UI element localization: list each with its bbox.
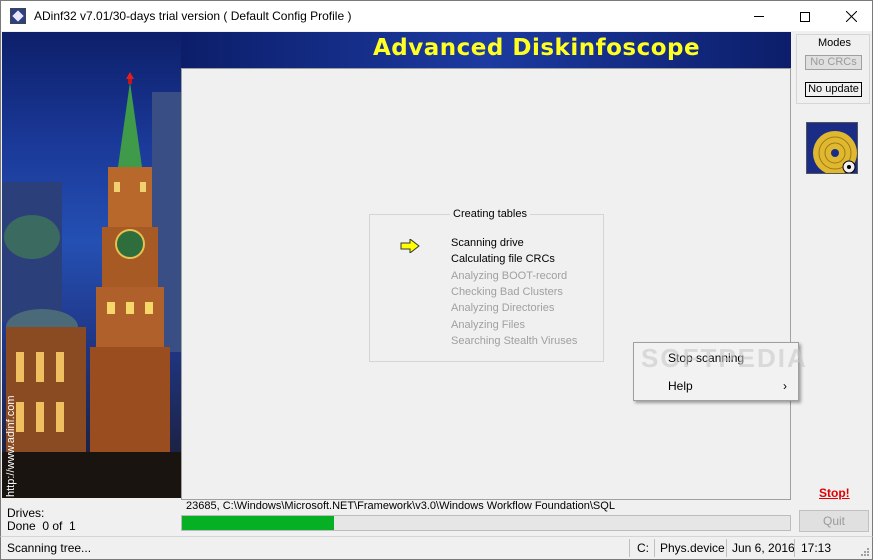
- status-separator: [726, 539, 727, 557]
- status-device: Phys.device: [660, 541, 725, 555]
- modes-title: Modes: [818, 37, 852, 49]
- stop-link[interactable]: Stop!: [819, 486, 850, 500]
- current-step-arrow-icon: [400, 239, 420, 253]
- drives-done-count: Done 0 of 1: [7, 519, 76, 533]
- scan-progress-bar: [181, 515, 791, 531]
- status-separator: [629, 539, 630, 557]
- scan-step-label: Analyzing Directories: [451, 302, 555, 315]
- banner-title: Advanced Diskinfoscope: [373, 35, 701, 61]
- scan-step-label: Calculating file CRCs: [451, 253, 555, 266]
- banner: Advanced Diskinfoscope: [181, 32, 791, 68]
- status-message: Scanning tree...: [7, 541, 92, 555]
- quit-button[interactable]: Quit: [799, 510, 869, 532]
- drives-label: Drives:: [7, 506, 45, 520]
- modes-group: Modes No CRCs No update: [796, 34, 870, 104]
- status-bar: Scanning tree... C: Phys.device Jun 6, 2…: [0, 536, 873, 560]
- status-separator: [654, 539, 655, 557]
- minimize-button[interactable]: [736, 1, 782, 32]
- app-icon[interactable]: [10, 8, 26, 24]
- no-update-button[interactable]: No update: [805, 82, 862, 97]
- maximize-icon: [800, 11, 810, 22]
- menu-item-stop-scanning[interactable]: Stop scanning: [635, 345, 797, 371]
- status-drive: C:: [637, 541, 649, 555]
- window-title: ADinf32 v7.01/30-days trial version ( De…: [34, 9, 352, 23]
- menu-item-help[interactable]: Help ›: [635, 373, 797, 399]
- group-title: Creating tables: [450, 208, 530, 220]
- menu-item-label: Stop scanning: [668, 351, 745, 365]
- status-separator: [794, 539, 795, 557]
- right-panel: Modes No CRCs No update Stop! Quit: [795, 32, 872, 534]
- status-date: Jun 6, 2016: [732, 541, 795, 555]
- scan-step-label: Analyzing Files: [451, 318, 525, 331]
- creating-tables-group: Creating tables Scanning drive Calculatin…: [369, 208, 604, 362]
- kremlin-picture: http://www.adinf.com: [2, 32, 181, 498]
- scan-step-label: Scanning drive: [451, 237, 524, 249]
- kremlin-illustration: [2, 72, 181, 498]
- progress-fill: [182, 516, 334, 530]
- scan-panel: Creating tables Scanning drive Calculatin…: [181, 68, 791, 500]
- close-icon: [845, 11, 857, 22]
- scan-step-label: Checking Bad Clusters: [451, 285, 563, 298]
- scan-step-label: Analyzing BOOT-record: [451, 269, 568, 282]
- scan-step-label: Searching Stealth Viruses: [451, 334, 578, 347]
- no-crcs-button[interactable]: No CRCs: [805, 55, 862, 70]
- close-button[interactable]: [828, 1, 873, 32]
- status-time: 17:13: [801, 541, 832, 555]
- website-url: http://www.adinf.com: [5, 395, 17, 498]
- menu-item-label: Help: [668, 379, 693, 393]
- context-menu: Stop scanning Help ›: [633, 342, 799, 401]
- disk-scope-icon[interactable]: [806, 122, 858, 174]
- minimize-icon: [754, 16, 764, 17]
- title-bar: ADinf32 v7.01/30-days trial version ( De…: [0, 0, 873, 31]
- disk-icon: [807, 123, 857, 173]
- resize-grip-icon[interactable]: [859, 546, 869, 556]
- current-file-path: 23685, C:\Windows\Microsoft.NET\Framewor…: [186, 500, 615, 512]
- submenu-arrow-icon: ›: [783, 379, 787, 393]
- maximize-button[interactable]: [782, 1, 828, 32]
- client-area: http://www.adinf.com Advanced Diskinfosc…: [0, 31, 873, 536]
